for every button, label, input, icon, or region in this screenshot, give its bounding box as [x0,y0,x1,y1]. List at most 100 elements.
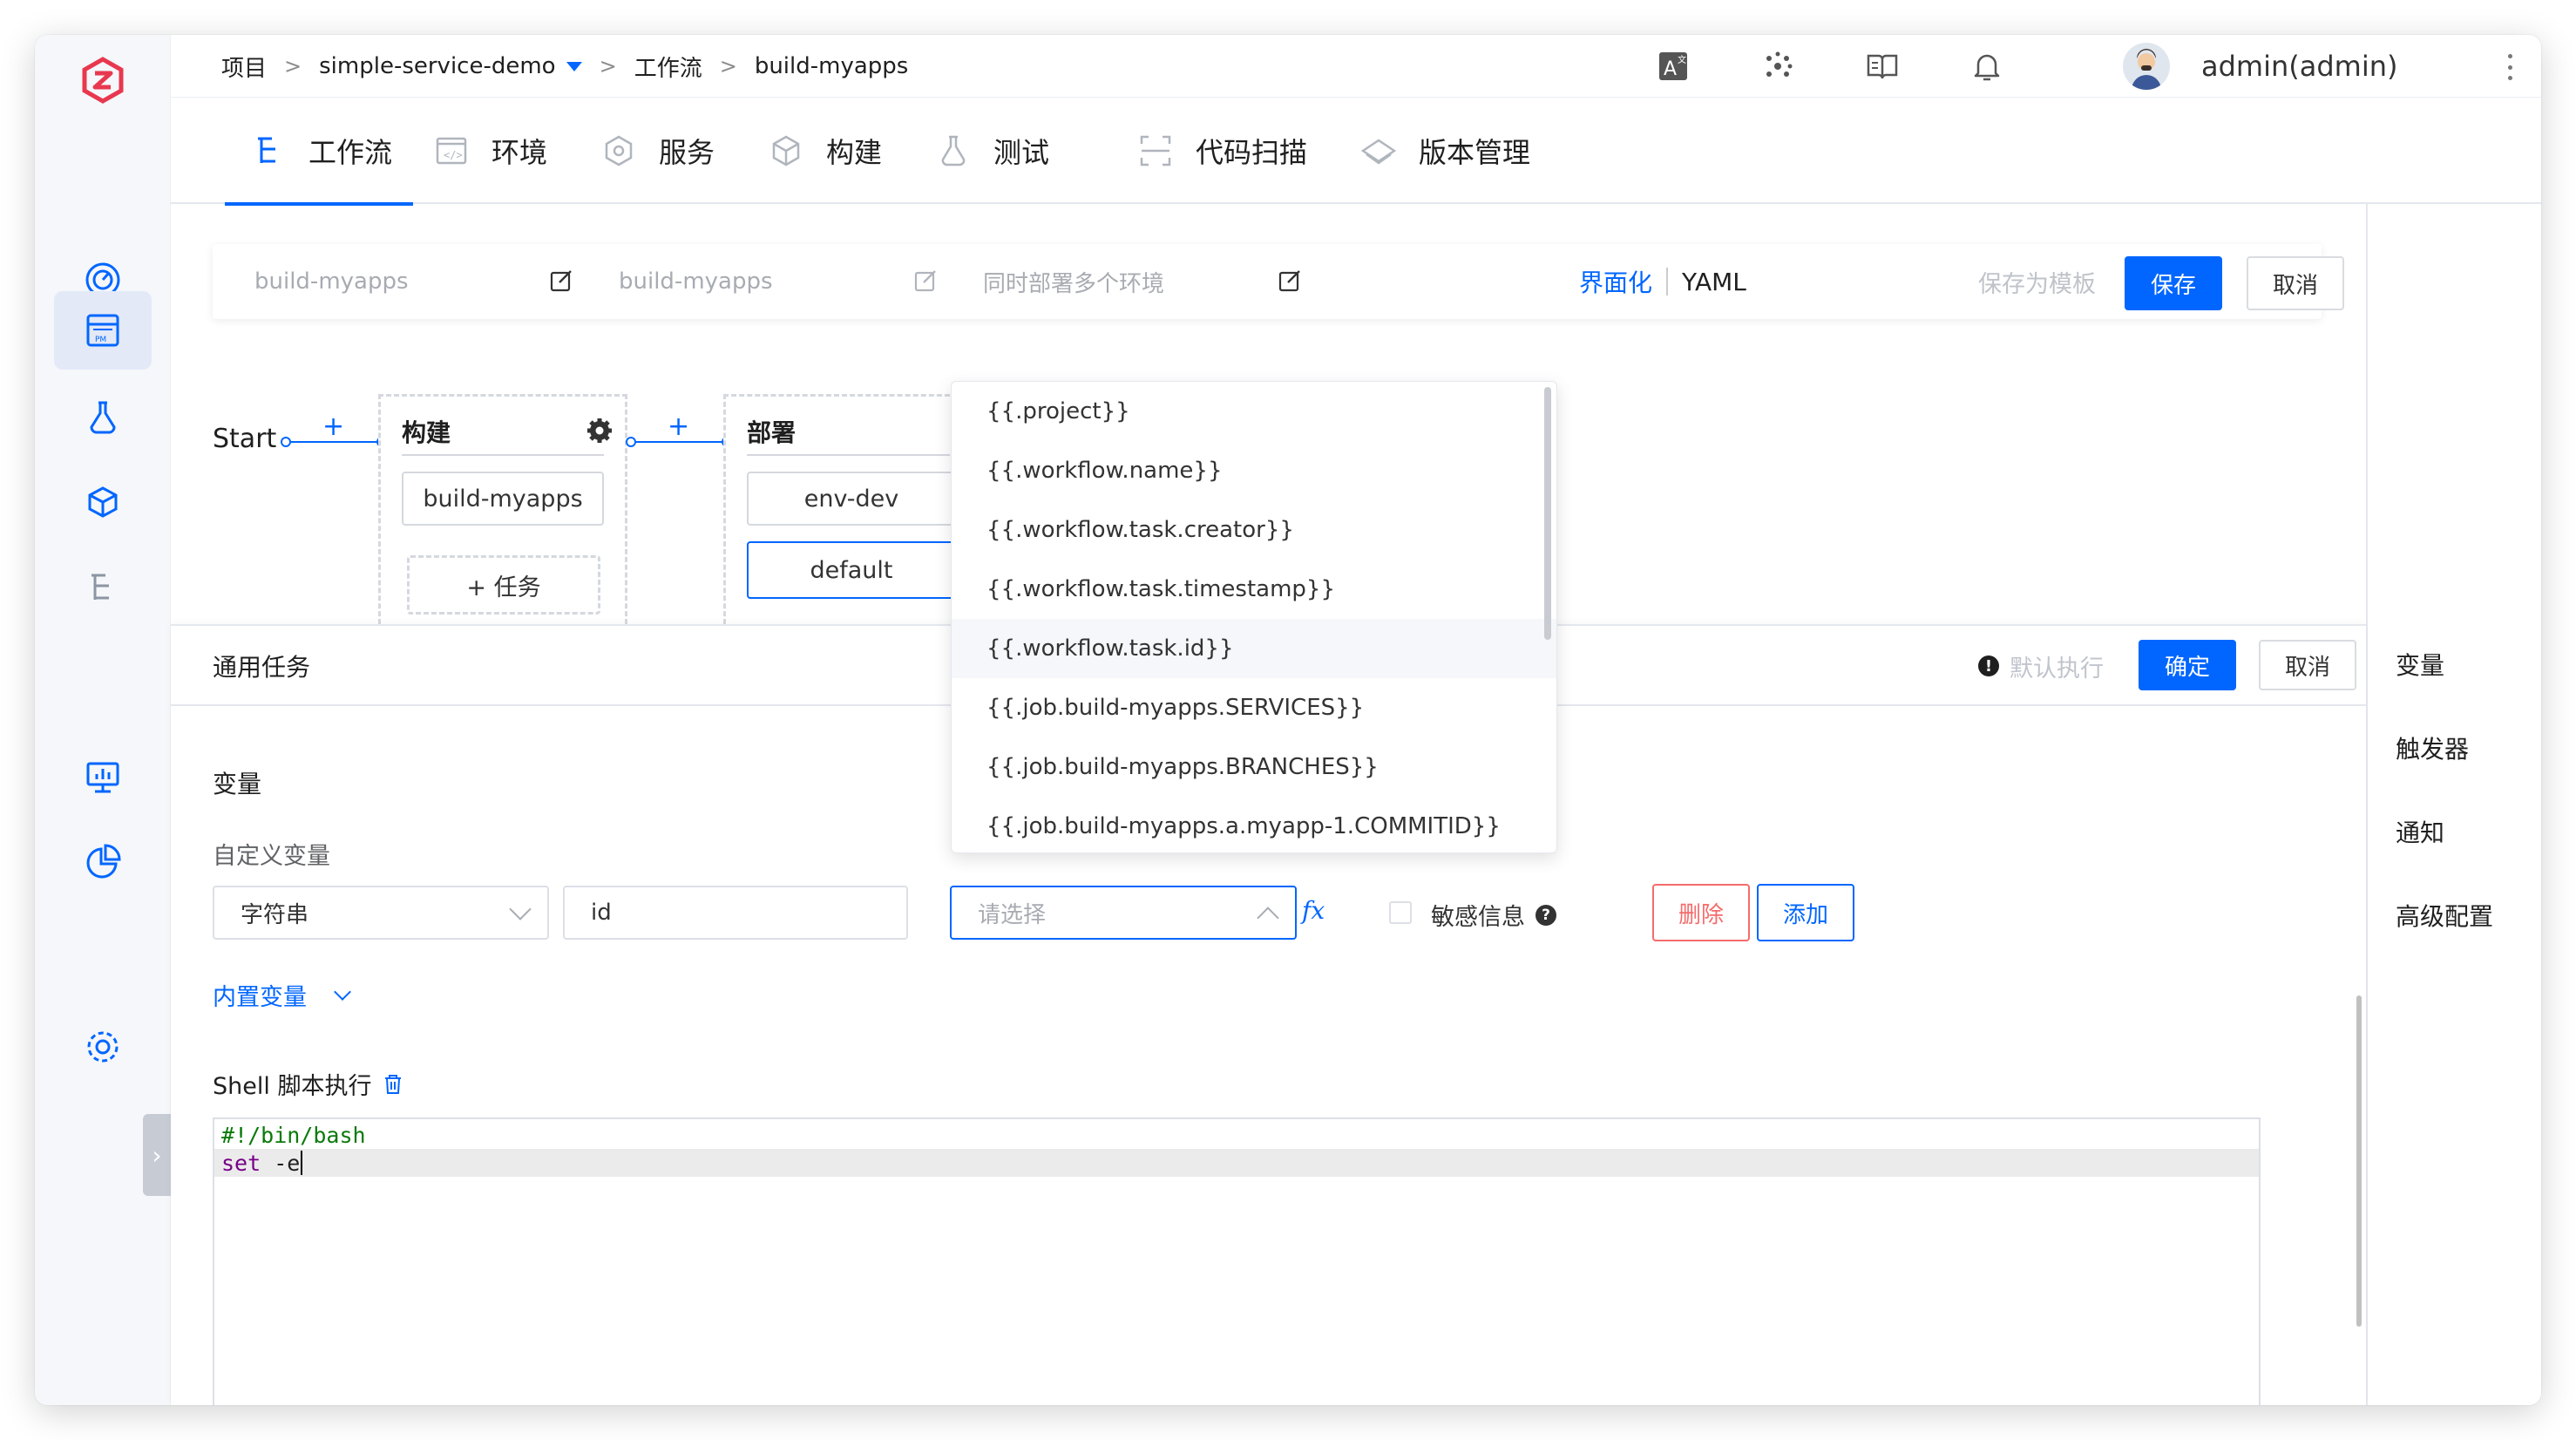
connector: + [281,411,387,447]
stage-build[interactable]: 构建 build-myapps + 任务 [378,394,627,624]
mode-yaml-tab[interactable]: YAML [1682,268,1746,296]
tab-label: 版本管理 [1419,136,1531,169]
right-item-advanced[interactable]: 高级配置 [2396,898,2493,933]
tab-version[interactable]: 版本管理 [1361,98,1530,204]
builtin-vars-toggle[interactable]: 内置变量 [213,978,351,1012]
dropdown-option[interactable]: {{.workflow.task.creator}} [952,500,1556,560]
var-type-select[interactable]: 字符串 [213,886,549,940]
workflow-icon [258,137,275,163]
save-as-template-button[interactable]: 保存为模板 [1978,244,2096,319]
code-shebang: #!/bin/bash [221,1122,366,1148]
rail-insight[interactable] [54,823,152,901]
dropdown-option[interactable]: {{.job.build-myapps.a.myapp-1.COMMITID}} [952,797,1556,852]
bell-icon[interactable] [1969,49,2004,84]
gear-icon[interactable] [586,418,613,444]
dropdown-option[interactable]: {{.workflow.task.id}} [952,619,1556,678]
job-build-myapps[interactable]: build-myapps [402,472,604,526]
builtin-vars-label: 内置变量 [213,984,307,1011]
rail-testing[interactable] [54,378,152,457]
rail-monitor[interactable] [54,737,152,816]
drawer-cancel-button[interactable]: 取消 [2259,640,2356,690]
drawer-scrollbar[interactable] [2356,995,2362,1327]
fx-icon[interactable]: fx [1302,896,1325,925]
right-item-notifications[interactable]: 通知 [2396,814,2444,849]
dropdown-option[interactable]: {{.project}} [952,382,1556,441]
dropdown-option[interactable]: {{.workflow.task.timestamp}} [952,560,1556,619]
display-name-field[interactable]: build-myapps [619,244,773,319]
connector-dot [281,437,291,447]
tab-workflow[interactable]: 工作流 [224,98,414,206]
tab-service[interactable]: 服务 [601,98,715,204]
var-key-input[interactable]: id [563,886,908,940]
tab-code-scan[interactable]: 代码扫描 [1138,98,1307,204]
save-button[interactable]: 保存 [2125,256,2222,310]
cancel-button[interactable]: 取消 [2247,256,2344,310]
drawer-title: 通用任务 [213,653,311,682]
right-item-triggers[interactable]: 触发器 [2396,730,2469,765]
dropdown-option[interactable]: {{.job.build-myapps.SERVICES}} [952,678,1556,737]
job-default[interactable]: default [747,541,956,599]
stage-deploy[interactable]: 部署 env-dev default [723,394,956,624]
book-icon[interactable] [1865,49,1900,84]
mode-divider [1666,268,1669,295]
var-value-dropdown: {{.project}} {{.workflow.name}} {{.workf… [951,381,1557,853]
breadcrumb-project[interactable]: 项目 [221,51,267,83]
add-var-button[interactable]: 添加 [1757,884,1854,941]
version-icon [1361,139,1396,165]
scan-icon [1140,135,1171,166]
more-vertical-icon[interactable] [2506,54,2513,80]
default-exec-label: 默认执行 [2010,655,2104,683]
user-menu[interactable]: admin(admin) [2123,42,2398,91]
question-icon[interactable]: ? [1535,904,1556,926]
zadig-logo-icon[interactable] [78,56,127,105]
var-value-placeholder: 请选择 [978,901,1047,928]
code-line-1: #!/bin/bash [221,1121,366,1149]
breadcrumb-separator: > [599,54,617,78]
rail-artifacts[interactable] [54,464,152,542]
caret-down-icon[interactable] [566,61,582,71]
dropdown-option[interactable]: {{.workflow.name}} [952,441,1556,500]
confirm-button[interactable]: 确定 [2139,640,2236,690]
rail-projects[interactable]: PM [54,291,152,370]
pipeline-start: Start [213,424,277,454]
breadcrumb-workflow-name: build-myapps [754,53,909,79]
description-field[interactable]: 同时部署多个环境 [983,244,1164,319]
tab-test[interactable]: 测试 [936,98,1049,204]
workflow-name-field[interactable]: build-myapps [254,244,409,319]
var-value-select[interactable]: 请选择 [950,886,1297,940]
sensitive-checkbox[interactable] [1389,901,1412,924]
rail-templates[interactable] [54,549,152,628]
breadcrumb-project-name[interactable]: simple-service-demo [319,53,555,79]
add-task-button[interactable]: + 任务 [407,555,600,615]
code-keyword: set [221,1150,261,1176]
var-key-value: id [591,900,612,926]
cluster-icon[interactable] [1760,49,1795,84]
tab-environment[interactable]: </> 环境 [434,98,547,204]
right-item-variables[interactable]: 变量 [2396,647,2444,682]
project-icon: PM [86,314,119,347]
breadcrumb-workflows[interactable]: 工作流 [634,51,702,83]
trash-icon[interactable] [382,1073,404,1096]
edit-icon[interactable] [1278,268,1302,293]
default-exec-toggle[interactable]: ! 默认执行 [1978,626,2104,706]
rail-settings[interactable] [54,1008,152,1086]
add-stage-button[interactable]: + [322,411,344,442]
delete-var-button[interactable]: 删除 [1652,884,1750,941]
stage-title: 构建 [402,418,451,447]
shell-code-editor[interactable]: #!/bin/bash set -e [213,1117,2261,1405]
translate-icon[interactable]: A文 [1656,49,1691,84]
package-icon [88,486,118,518]
tab-build[interactable]: 构建 [769,98,882,204]
rail-expand-toggle[interactable]: › [143,1114,171,1196]
breadcrumb-separator: > [719,54,737,78]
top-header: 项目 > simple-service-demo > 工作流 > build-m… [171,35,2541,98]
add-stage-button[interactable]: + [668,411,689,442]
mode-ui-tab[interactable]: 界面化 [1579,264,1652,299]
environment-icon: </> [436,137,467,165]
dropdown-option[interactable]: {{.job.build-myapps.BRANCHES}} [952,737,1556,797]
edit-icon[interactable] [549,268,573,293]
job-env-dev[interactable]: env-dev [747,472,956,526]
edit-icon[interactable] [913,268,938,293]
pie-chart-icon [86,844,121,879]
dropdown-scrollbar[interactable] [1544,387,1551,640]
